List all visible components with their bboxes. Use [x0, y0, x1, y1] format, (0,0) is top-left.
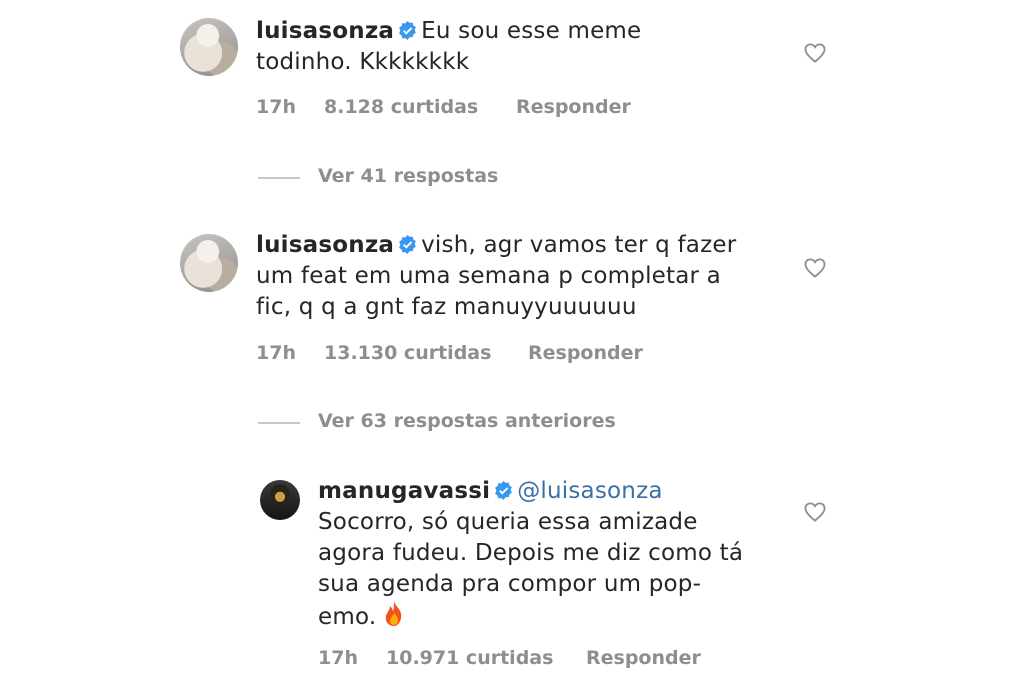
heart-icon[interactable]: [804, 43, 826, 63]
comment-body-line: um feat em uma semana p completar a: [256, 263, 721, 289]
comment-body-line: sua agenda pra compor um pop-: [318, 571, 702, 597]
reply-button[interactable]: Responder: [528, 342, 643, 364]
divider: [258, 177, 300, 179]
heart-icon[interactable]: [804, 502, 826, 522]
username[interactable]: luisasonza: [256, 18, 394, 44]
likes-count[interactable]: 10.971 curtidas: [386, 647, 553, 669]
comment-text: luisasonza Eu sou esse meme todinho. Kkkk…: [256, 16, 776, 78]
comment-text: manugavassi @luisasonza Socorro, só queri…: [318, 476, 788, 633]
comment-body-line: todinho. Kkkkkkkk: [256, 49, 470, 75]
mention-link[interactable]: @luisasonza: [517, 478, 662, 504]
likes-count[interactable]: 13.130 curtidas: [324, 342, 491, 364]
divider: [258, 422, 300, 424]
heart-icon[interactable]: [804, 258, 826, 278]
view-earlier-replies-button[interactable]: Ver 63 respostas anteriores: [258, 410, 678, 436]
comment-time: 17h: [256, 342, 296, 364]
avatar[interactable]: [180, 18, 238, 76]
verified-badge-icon: [495, 481, 513, 500]
avatar[interactable]: [260, 480, 300, 520]
username[interactable]: manugavassi: [318, 478, 490, 504]
comment-text: luisasonza vish, agr vamos ter q fazer um…: [256, 230, 796, 323]
verified-badge-icon: [399, 21, 416, 40]
comment-body-line: Socorro, só queria essa amizade: [318, 509, 698, 535]
comment-body-line: fic, q q a gnt faz manuyyuuuuuu: [256, 294, 637, 320]
avatar[interactable]: [180, 234, 238, 292]
username[interactable]: luisasonza: [256, 232, 394, 258]
verified-badge-icon: [399, 235, 416, 254]
comment-time: 17h: [256, 96, 296, 118]
fire-emoji-icon: [386, 601, 402, 626]
comment-body-line: vish, agr vamos ter q fazer: [421, 232, 737, 258]
view-replies-label: Ver 41 respostas: [318, 165, 499, 187]
comment-body-line: agora fudeu. Depois me diz como tá: [318, 540, 744, 566]
comment-body-line: Eu sou esse meme: [421, 18, 642, 44]
comment-body-line: emo.: [318, 604, 377, 630]
view-replies-button[interactable]: Ver 41 respostas: [258, 165, 558, 191]
reply-button[interactable]: Responder: [516, 96, 631, 118]
reply-button[interactable]: Responder: [586, 647, 701, 669]
likes-count[interactable]: 8.128 curtidas: [324, 96, 478, 118]
view-replies-label: Ver 63 respostas anteriores: [318, 410, 616, 432]
comment-time: 17h: [318, 647, 358, 669]
